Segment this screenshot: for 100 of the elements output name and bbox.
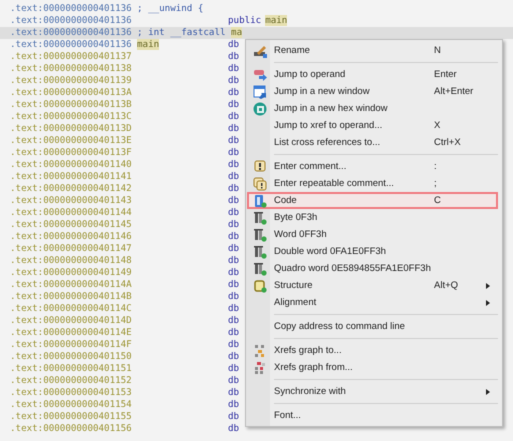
mnemonic-text: db	[228, 39, 240, 50]
address-text: .text:000000000040113F	[9, 147, 133, 159]
operand-text: main	[265, 15, 288, 26]
mnemonic-text: db	[228, 243, 240, 254]
address-text: .text:0000000000401144	[9, 207, 133, 219]
address-text: .text:0000000000401151	[9, 363, 133, 375]
mnemonic-text: db	[228, 291, 240, 302]
label-text: main	[137, 39, 160, 50]
code-icon	[253, 194, 267, 208]
menu-item[interactable]: List cross references to... Ctrl+X	[247, 134, 498, 151]
mnemonic-text: db	[228, 351, 240, 362]
mnemonic-text: db	[228, 255, 240, 266]
address-text: .text:000000000040113D	[9, 123, 133, 135]
mnemonic-text: db	[228, 99, 240, 110]
mnemonic-text: db	[228, 231, 240, 242]
mnemonic-text: db	[228, 135, 240, 146]
mnemonic-text: db	[228, 159, 240, 170]
menu-item[interactable]: Rename N	[247, 42, 498, 59]
menu-item[interactable]: Word 0FF3h	[247, 226, 498, 243]
menu-item[interactable]: Xrefs graph from...	[247, 359, 498, 376]
address-text: .text:000000000040114E	[9, 327, 133, 339]
comment-text: ; int __fastcall ma	[137, 27, 244, 39]
menu-item[interactable]: Jump to operand Enter	[247, 66, 498, 83]
address-text: .text:0000000000401152	[9, 375, 133, 387]
address-text: .text:0000000000401137	[9, 51, 133, 63]
mnemonic-text: db	[228, 111, 240, 122]
mnemonic-text: db	[228, 51, 240, 62]
menu-item[interactable]: Byte 0F3h	[247, 209, 498, 226]
address-text: .text:000000000040114C	[9, 303, 133, 315]
address-text: .text:0000000000401149	[9, 267, 133, 279]
mnemonic-text: db	[228, 303, 240, 314]
address-text: .text:000000000040114F	[9, 339, 133, 351]
menu-item[interactable]: Enter comment... :	[247, 158, 498, 175]
address-text: .text:0000000000401146	[9, 231, 133, 243]
hex-window-icon	[253, 102, 267, 116]
address-text: .text:0000000000401136	[9, 3, 133, 15]
comment-text: ; __unwind {	[137, 3, 204, 15]
mnemonic-text: db	[228, 399, 240, 410]
mnemonic-text: db	[228, 147, 240, 158]
mnemonic-text: db	[228, 339, 240, 350]
mnemonic-text: db	[228, 87, 240, 98]
data-icon	[253, 228, 267, 242]
address-text: .text:0000000000401147	[9, 243, 133, 255]
mnemonic-text: db	[228, 267, 240, 278]
address-text: .text:0000000000401138	[9, 63, 133, 75]
address-text: .text:000000000040113E	[9, 135, 133, 147]
menu-item[interactable]: Xrefs graph to...	[247, 342, 498, 359]
address-text: .text:0000000000401136	[9, 15, 133, 27]
mnemonic-text: db	[228, 207, 240, 218]
address-text: .text:000000000040114D	[9, 315, 133, 327]
mnemonic-text: db	[228, 387, 240, 398]
mnemonic-text: db	[228, 183, 240, 194]
menu-item[interactable]: Jump in a new hex window	[247, 100, 498, 117]
mnemonic-text: db	[228, 327, 240, 338]
mnemonic-text: db	[228, 123, 240, 134]
address-text: .text:000000000040113B	[9, 99, 133, 111]
mnemonic-text: db	[228, 411, 240, 422]
address-text: .text:0000000000401143	[9, 195, 133, 207]
mnemonic-text: db	[228, 75, 240, 86]
address-text: .text:0000000000401136	[9, 39, 133, 51]
structure-icon	[253, 278, 267, 292]
menu-item[interactable]: Jump in a new window Alt+Enter	[247, 83, 498, 100]
mnemonic-text: db	[228, 63, 240, 74]
menu-item[interactable]: Quadro word 0E5894855FA1E0FF3h	[247, 260, 498, 277]
address-text: .text:0000000000401145	[9, 219, 133, 231]
menu-item[interactable]: Structure Alt+Q	[247, 277, 498, 294]
address-text: .text:0000000000401154	[9, 399, 133, 411]
mnemonic-text: db	[228, 315, 240, 326]
data-icon	[253, 210, 267, 224]
mnemonic-text: db	[228, 375, 240, 386]
graph-icon	[253, 360, 267, 374]
address-text: .text:0000000000401139	[9, 75, 133, 87]
menu-item[interactable]: Copy address to command line	[247, 318, 498, 335]
mnemonic-text: db	[228, 423, 240, 434]
address-text: .text:000000000040114B	[9, 291, 133, 303]
menu-item[interactable]: Alignment	[247, 294, 498, 311]
mnemonic-text: db	[228, 195, 240, 206]
menu-item[interactable]: Synchronize with	[247, 383, 498, 400]
menu-item[interactable]: Font...	[247, 407, 498, 424]
address-text: .text:0000000000401142	[9, 183, 133, 195]
address-text: .text:000000000040113A	[9, 87, 133, 99]
address-text: .text:0000000000401148	[9, 255, 133, 267]
address-text: .text:000000000040113C	[9, 111, 133, 123]
menu-item[interactable]: Double word 0FA1E0FF3h	[247, 243, 498, 260]
menu-item[interactable]: Jump to xref to operand... X	[247, 117, 498, 134]
menu-item[interactable]: Enter repeatable comment... ;	[247, 175, 498, 192]
mnemonic-text: public	[228, 15, 262, 26]
mnemonic-text: db	[228, 363, 240, 374]
menu-item[interactable]: Code C	[247, 192, 498, 209]
mnemonic-text: db	[228, 219, 240, 230]
graph-icon	[253, 344, 267, 358]
pencil-icon	[253, 44, 267, 58]
data-icon	[253, 244, 267, 258]
address-text: .text:0000000000401140	[9, 159, 133, 171]
arrow-icon	[253, 68, 267, 82]
address-text: .text:000000000040114A	[9, 279, 133, 291]
mnemonic-text: db	[228, 279, 240, 290]
address-text: .text:0000000000401150	[9, 351, 133, 363]
comments-icon	[253, 176, 267, 190]
comment-icon	[253, 160, 267, 174]
